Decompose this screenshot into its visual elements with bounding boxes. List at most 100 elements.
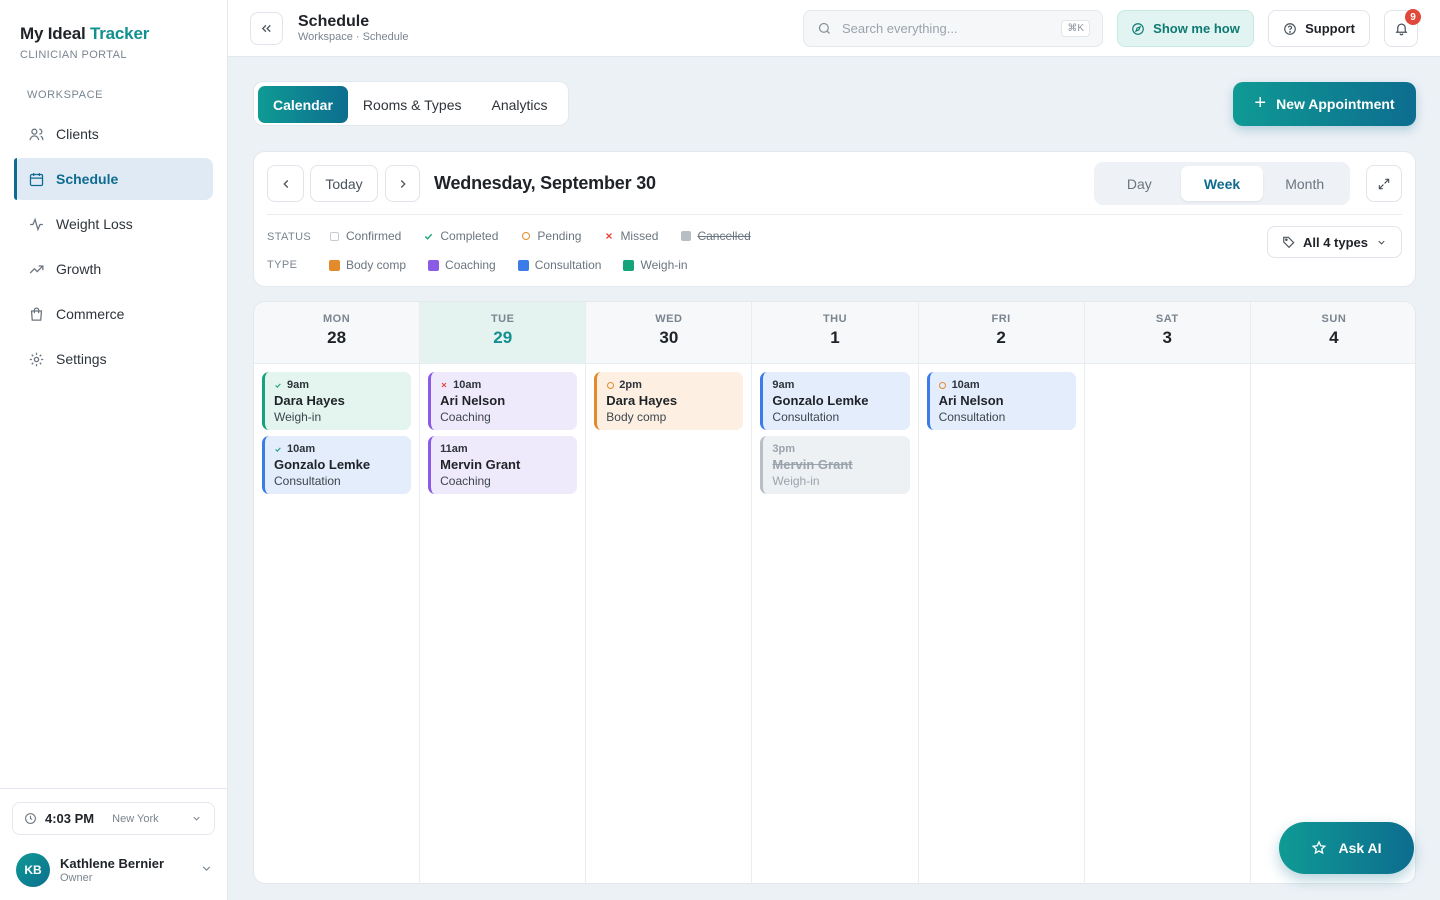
appointment-card[interactable]: 9am Gonzalo Lemke Consultation xyxy=(760,372,910,430)
ask-ai-button[interactable]: Ask AI xyxy=(1279,822,1414,874)
appointment-card[interactable]: 2pm Dara Hayes Body comp xyxy=(594,372,744,430)
legend-label: Body comp xyxy=(346,258,407,272)
tab-calendar[interactable]: Calendar xyxy=(258,86,348,123)
cross-icon xyxy=(603,231,614,242)
sidebar-item-commerce[interactable]: Commerce xyxy=(14,293,213,335)
day-header[interactable]: WED 30 xyxy=(586,302,752,364)
legend-confirmed: Confirmed xyxy=(329,229,401,243)
today-button[interactable]: Today xyxy=(310,165,378,202)
appointment-card[interactable]: 10am Ari Nelson Consultation xyxy=(926,372,1076,430)
appointment-card[interactable]: 3pm Mervin Grant Weigh-in xyxy=(760,436,910,494)
appointment-time-row: 10am xyxy=(274,443,402,455)
legend-completed: Completed xyxy=(423,229,498,243)
appointment-card[interactable]: 11am Mervin Grant Coaching xyxy=(428,436,578,494)
appointment-time: 2pm xyxy=(619,379,642,391)
brand-name: My Ideal xyxy=(20,24,86,43)
circle-icon xyxy=(939,381,947,389)
legend-label: Weigh-in xyxy=(640,258,688,272)
day-header[interactable]: FRI 2 xyxy=(918,302,1084,364)
search-input[interactable] xyxy=(842,21,1042,36)
view-day-button[interactable]: Day xyxy=(1098,166,1181,201)
view-month-button[interactable]: Month xyxy=(1263,166,1346,201)
day-column[interactable]: SAT 3 xyxy=(1084,302,1251,883)
status-legend: Confirmed Completed Pending Missed Cance… xyxy=(329,229,773,243)
empty-square-icon xyxy=(329,231,340,242)
appointment-time: 11am xyxy=(440,443,468,455)
legend-consultation: Consultation xyxy=(517,258,601,272)
sidebar-item-schedule[interactable]: Schedule xyxy=(14,158,213,200)
brand-logo[interactable]: My Ideal Tracker xyxy=(20,24,149,44)
day-column[interactable]: WED 30 2pm Dara Hayes Body comp xyxy=(586,302,753,883)
tab-analytics[interactable]: Analytics xyxy=(476,86,562,123)
sidebar-item-settings[interactable]: Settings xyxy=(14,338,213,380)
day-column[interactable]: THU 1 9am Gonzalo Lemke Consultation 3pm Mervi… xyxy=(752,302,919,883)
sidebar-item-label: Settings xyxy=(56,351,107,367)
search-bar[interactable]: ⌘K xyxy=(803,10,1103,47)
appointment-time: 9am xyxy=(772,379,795,391)
sidebar-item-weight-loss[interactable]: Weight Loss xyxy=(14,203,213,245)
breadcrumb: Workspace · Schedule xyxy=(298,31,409,43)
new-appointment-button[interactable]: + New Appointment xyxy=(1233,82,1416,126)
appointment-time-row: 10am xyxy=(440,379,568,391)
day-header[interactable]: THU 1 xyxy=(752,302,918,364)
collapse-sidebar-button[interactable] xyxy=(250,12,283,45)
calendar-controls: Today Wednesday, September 30 Day Week M… xyxy=(253,151,1416,287)
appointment-client: Ari Nelson xyxy=(440,393,506,408)
sidebar-item-label: Schedule xyxy=(56,171,119,187)
sidebar-item-growth[interactable]: Growth xyxy=(14,248,213,290)
sidebar-item-clients[interactable]: Clients xyxy=(14,113,213,155)
day-header[interactable]: MON 28 xyxy=(254,302,420,364)
appointment-card[interactable]: 9am Dara Hayes Weigh-in xyxy=(262,372,412,430)
new-appointment-label: New Appointment xyxy=(1276,96,1395,112)
status-legend-label: STATUS xyxy=(267,231,312,243)
day-column[interactable]: MON 28 9am Dara Hayes Weigh-in 10am Gonzalo Le… xyxy=(254,302,421,883)
tab-rooms-types[interactable]: Rooms & Types xyxy=(348,86,477,123)
appointment-time-row: 3pm xyxy=(772,443,900,455)
show-me-how-button[interactable]: Show me how xyxy=(1117,10,1254,47)
appointment-time: 10am xyxy=(453,379,482,391)
support-button[interactable]: Support xyxy=(1268,10,1370,47)
bell-icon xyxy=(1394,21,1409,36)
gear-icon xyxy=(27,350,45,368)
help-circle-icon xyxy=(1283,22,1297,36)
day-header[interactable]: SUN 4 xyxy=(1250,302,1415,364)
type-filter-dropdown[interactable]: All 4 types xyxy=(1267,226,1402,258)
appointment-card[interactable]: 10am Gonzalo Lemke Consultation xyxy=(262,436,412,494)
sidebar-item-label: Clients xyxy=(56,126,99,142)
day-column[interactable]: TUE 29 10am Ari Nelson Coaching 11am Mervin Gr… xyxy=(420,302,587,883)
day-column[interactable]: FRI 2 10am Ari Nelson Consultation xyxy=(918,302,1085,883)
notification-badge: 9 xyxy=(1405,9,1421,25)
compass-icon xyxy=(1131,22,1145,36)
current-date-title: Wednesday, September 30 xyxy=(434,173,656,193)
portal-subtitle: CLINICIAN PORTAL xyxy=(20,49,127,61)
type-swatch xyxy=(329,259,340,271)
day-of-week: TUE xyxy=(490,313,515,325)
gray-square-icon xyxy=(680,231,691,242)
cross-icon xyxy=(440,381,448,389)
user-menu[interactable]: KB Kathlene Bernier Owner xyxy=(16,852,213,888)
check-icon xyxy=(274,381,282,390)
user-role: Owner xyxy=(60,872,93,884)
day-events xyxy=(1085,364,1250,372)
day-events: 2pm Dara Hayes Body comp xyxy=(586,364,751,430)
day-header[interactable]: TUE 29 xyxy=(420,302,586,364)
fullscreen-button[interactable] xyxy=(1366,165,1402,202)
plus-icon: + xyxy=(1254,91,1267,114)
appointment-card[interactable]: 10am Ari Nelson Coaching xyxy=(428,372,578,430)
day-number: 1 xyxy=(830,328,840,347)
legend-label: Completed xyxy=(440,229,499,243)
search-shortcut: ⌘K xyxy=(1061,20,1090,37)
ask-ai-label: Ask AI xyxy=(1338,840,1382,856)
chevron-right-icon xyxy=(396,177,410,191)
view-tabs: Calendar Rooms & Types Analytics xyxy=(253,81,569,126)
previous-week-button[interactable] xyxy=(267,165,304,202)
week-calendar: MON 28 9am Dara Hayes Weigh-in 10am Gonzalo Le… xyxy=(253,301,1416,884)
day-column[interactable]: SUN 4 xyxy=(1250,302,1415,883)
appointment-type: Weigh-in xyxy=(772,474,820,488)
next-week-button[interactable] xyxy=(385,165,420,202)
day-header[interactable]: SAT 3 xyxy=(1084,302,1250,364)
avatar: KB xyxy=(16,853,50,887)
clock-widget[interactable]: 4:03 PM New York xyxy=(12,802,215,835)
view-week-button[interactable]: Week xyxy=(1180,166,1264,201)
chevron-left-icon xyxy=(279,177,293,191)
